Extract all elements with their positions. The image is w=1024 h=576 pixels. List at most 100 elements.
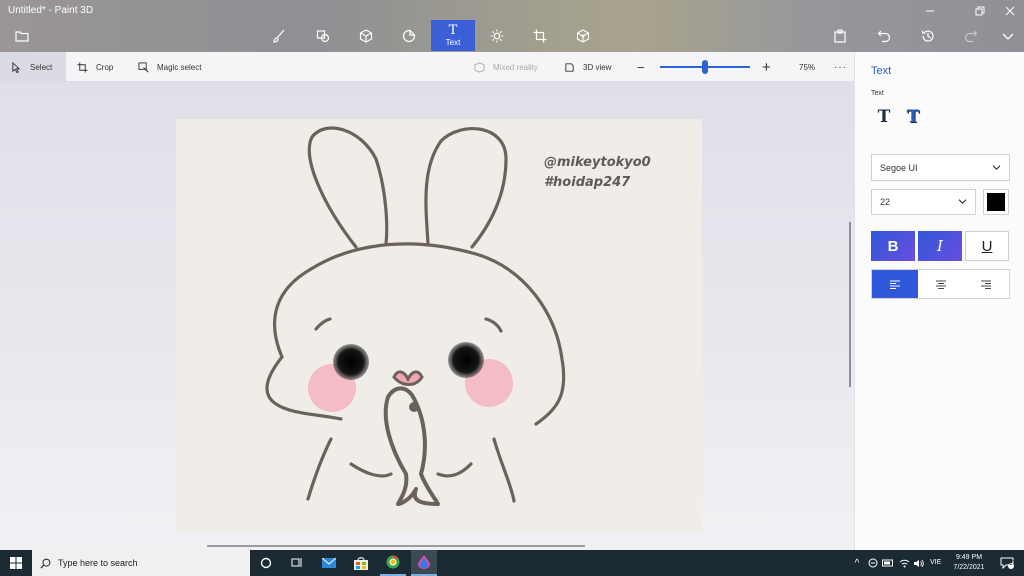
- redo-button[interactable]: [957, 24, 985, 48]
- mixed-reality-label: Mixed reality: [493, 62, 538, 72]
- paint3d-icon: [418, 555, 430, 569]
- drawing-canvas[interactable]: @mikeytokyo0 #hoidap247: [176, 119, 702, 531]
- bold-button[interactable]: B: [871, 231, 915, 261]
- sticker-icon: [402, 29, 416, 43]
- brush-icon: [273, 29, 285, 43]
- 3d-view-button[interactable]: 3D view: [564, 52, 611, 82]
- watermark-text-2: #hoidap247: [544, 175, 631, 190]
- expand-toolbar-button[interactable]: [994, 24, 1022, 48]
- align-left-icon: [889, 280, 900, 289]
- select-button[interactable]: Select: [0, 52, 66, 82]
- align-center-icon: [935, 280, 946, 289]
- task-view-icon: [291, 558, 302, 567]
- select-label: Select: [30, 62, 53, 72]
- mixed-reality-button[interactable]: Mixed reality: [474, 52, 538, 82]
- clock-date: 7/22/2021: [953, 564, 985, 571]
- tray-volume[interactable]: [911, 550, 925, 576]
- brushes-tool-button[interactable]: [265, 24, 293, 48]
- cursor-select-icon: [12, 61, 21, 73]
- 3d-text-button[interactable]: T: [901, 105, 925, 129]
- window-title: Untitled* - Paint 3D: [8, 5, 94, 16]
- 3d-library-tool-button[interactable]: [569, 24, 597, 48]
- zoom-value[interactable]: 75%: [799, 52, 815, 82]
- chevron-down-icon: [958, 199, 967, 204]
- history-button[interactable]: [914, 24, 942, 48]
- 3d-shapes-tool-button[interactable]: [352, 24, 380, 48]
- panel-title: Text: [871, 65, 892, 77]
- horizontal-scrollbar[interactable]: [207, 545, 585, 547]
- taskbar-paint3d[interactable]: [411, 550, 437, 576]
- effects-tool-button[interactable]: [483, 24, 511, 48]
- browser-icon: [386, 555, 400, 569]
- text-properties-panel: Text Text T T Segoe UI 22 B I U: [854, 52, 1024, 550]
- paste-button[interactable]: [826, 24, 854, 48]
- crop-button[interactable]: Crop: [77, 52, 113, 82]
- zoom-in-button[interactable]: +: [762, 52, 771, 82]
- 3d-text-icon: T: [906, 107, 920, 127]
- font-family-select[interactable]: Segoe UI: [871, 154, 1010, 181]
- minus-icon: −: [637, 59, 645, 75]
- text-color-picker[interactable]: [983, 189, 1009, 215]
- magic-select-icon: [138, 61, 149, 72]
- align-right-icon: [981, 280, 992, 289]
- 3d-view-icon: [565, 62, 574, 72]
- mail-icon: [322, 558, 336, 568]
- restore-icon: [975, 6, 985, 16]
- align-center-button[interactable]: [918, 270, 964, 298]
- taskbar-search-box[interactable]: Type here to search: [32, 550, 250, 576]
- system-clock[interactable]: 9:49 PM 7/22/2021: [946, 553, 992, 573]
- vertical-scrollbar[interactable]: [849, 222, 851, 387]
- taskbar-store[interactable]: [349, 550, 373, 576]
- cortana-button[interactable]: [254, 550, 278, 576]
- zoom-slider-thumb[interactable]: [702, 60, 708, 74]
- input-language[interactable]: VIE: [930, 559, 941, 566]
- close-icon: [1005, 6, 1015, 16]
- clock-time: 9:49 PM: [955, 554, 983, 561]
- folder-icon: [15, 31, 29, 42]
- align-right-button[interactable]: [963, 270, 1009, 298]
- more-options-button[interactable]: ···: [834, 52, 847, 82]
- crop-canvas-icon: [533, 29, 547, 43]
- tray-battery[interactable]: [881, 550, 895, 576]
- underline-button[interactable]: U: [965, 231, 1009, 261]
- show-hidden-icons-button[interactable]: ^: [849, 550, 865, 576]
- mixed-reality-icon: [474, 61, 485, 73]
- paste-icon: [834, 29, 846, 43]
- magic-select-button[interactable]: Magic select: [138, 52, 201, 82]
- undo-button[interactable]: [870, 24, 898, 48]
- action-center-button[interactable]: 17: [996, 550, 1018, 576]
- text-color-swatch: [987, 193, 1005, 211]
- italic-button[interactable]: I: [918, 231, 962, 261]
- 2d-text-button[interactable]: T: [872, 105, 896, 129]
- taskbar-mail[interactable]: [317, 550, 341, 576]
- menu-folder-button[interactable]: [8, 24, 36, 48]
- tab-text[interactable]: T Text: [431, 20, 475, 51]
- align-left-button[interactable]: [872, 270, 918, 298]
- search-icon: [40, 558, 51, 568]
- crop-icon: [77, 61, 88, 73]
- font-size-select[interactable]: 22: [871, 189, 976, 215]
- speaker-icon: [913, 559, 924, 567]
- tray-wifi[interactable]: [897, 550, 911, 576]
- tray-onedrive[interactable]: [866, 550, 880, 576]
- panel-subtitle: Text: [871, 90, 884, 97]
- stickers-tool-button[interactable]: [395, 24, 423, 48]
- start-button[interactable]: [0, 550, 32, 576]
- store-icon: [354, 556, 368, 570]
- task-view-button[interactable]: [285, 550, 309, 576]
- 2d-shapes-tool-button[interactable]: [309, 24, 337, 48]
- redo-icon: [964, 30, 978, 43]
- zoom-out-button[interactable]: −: [637, 52, 645, 82]
- sun-icon: [490, 29, 504, 43]
- chevron-down-icon: [1002, 33, 1014, 40]
- taskbar-chrome[interactable]: [380, 550, 406, 576]
- plus-icon: +: [762, 58, 771, 76]
- canvas-tool-button[interactable]: [526, 24, 554, 48]
- cortana-circle-icon: [260, 557, 272, 569]
- taskbar: Type here to search ^ VIE 9:49 PM 7/22/2…: [0, 550, 1024, 576]
- font-family-value: Segoe UI: [880, 162, 918, 173]
- minimize-button[interactable]: [910, 0, 950, 22]
- close-button[interactable]: [990, 0, 1024, 22]
- cube-icon: [359, 29, 373, 43]
- 3d-view-label: 3D view: [583, 62, 612, 72]
